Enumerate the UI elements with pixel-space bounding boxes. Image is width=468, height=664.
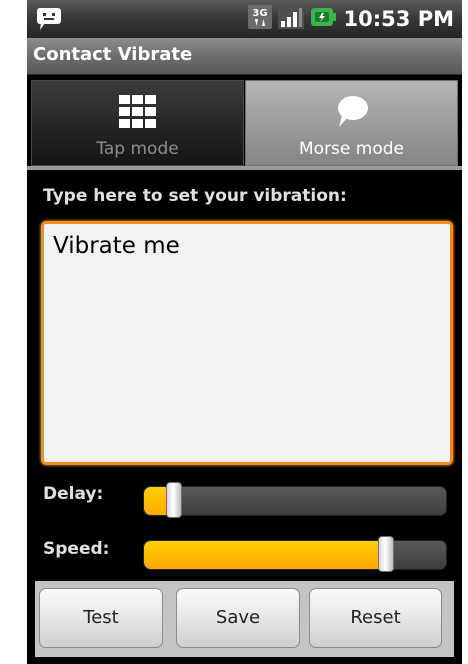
tab-morse-mode[interactable]: Morse mode bbox=[245, 80, 458, 166]
notification-icon[interactable] bbox=[35, 6, 65, 36]
button-bar: Test Save Reset bbox=[35, 581, 454, 657]
signal-icon bbox=[277, 5, 304, 33]
speed-slider-thumb[interactable] bbox=[378, 536, 394, 572]
tab-morse-mode-label: Morse mode bbox=[299, 139, 404, 159]
status-icons: 3G 10:53 PM bbox=[242, 5, 454, 33]
network-type-label: 3G bbox=[252, 8, 267, 19]
delay-slider[interactable] bbox=[143, 482, 447, 518]
save-button[interactable]: Save bbox=[176, 588, 300, 648]
grid-icon bbox=[118, 95, 157, 133]
tabs-underline bbox=[27, 166, 462, 170]
vibration-text-value: Vibrate me bbox=[53, 233, 180, 259]
delay-slider-thumb[interactable] bbox=[166, 482, 182, 518]
3g-icon: 3G bbox=[247, 5, 272, 33]
status-bar: 3G 10:53 PM bbox=[27, 0, 462, 38]
app-title: Contact Vibrate bbox=[33, 44, 193, 65]
mode-tabs: Tap mode Morse mode bbox=[31, 80, 462, 166]
title-bar: Contact Vibrate bbox=[27, 38, 462, 75]
delay-label: Delay: bbox=[43, 484, 104, 504]
tab-tap-mode[interactable]: Tap mode bbox=[31, 80, 244, 166]
speech-bubble-icon bbox=[334, 95, 370, 133]
vibration-text-input[interactable]: Vibrate me bbox=[41, 221, 453, 465]
battery-icon bbox=[310, 6, 336, 32]
vibration-prompt: Type here to set your vibration: bbox=[43, 186, 347, 206]
reset-button[interactable]: Reset bbox=[309, 588, 442, 648]
speed-label: Speed: bbox=[43, 539, 110, 559]
app-screen: 3G 10:53 PM Contact Vibrate Tap mode Mor… bbox=[27, 0, 462, 664]
status-clock: 10:53 PM bbox=[343, 7, 454, 31]
test-button[interactable]: Test bbox=[39, 588, 163, 648]
speed-slider[interactable] bbox=[143, 536, 447, 572]
speed-slider-fill bbox=[144, 541, 386, 569]
tab-tap-mode-label: Tap mode bbox=[96, 139, 179, 159]
